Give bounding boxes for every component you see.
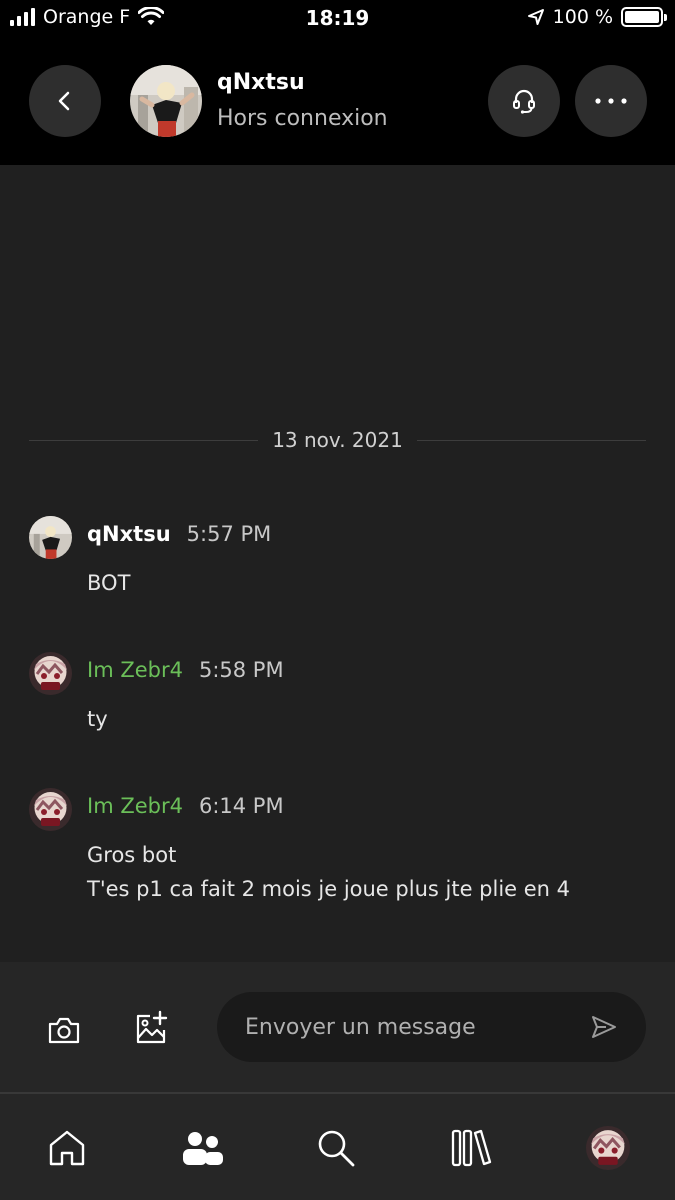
status-bar: Orange F 18:19 100 % xyxy=(0,0,675,40)
message-meta: Im Zebr4 5:58 PM xyxy=(87,658,284,682)
conversation-date: 13 nov. 2021 xyxy=(272,428,403,452)
profile-avatar xyxy=(586,1126,630,1170)
message-time: 5:58 PM xyxy=(198,658,284,682)
home-icon xyxy=(49,1130,85,1166)
bottom-navigation xyxy=(0,1092,675,1200)
nav-friends[interactable] xyxy=(178,1124,226,1172)
message-meta: Im Zebr4 6:14 PM xyxy=(87,794,284,818)
message-line: BOT xyxy=(87,571,131,595)
message-author[interactable]: Im Zebr4 xyxy=(87,794,183,818)
headset-icon xyxy=(513,89,535,114)
author-avatar[interactable] xyxy=(29,652,72,695)
library-icon xyxy=(451,1129,492,1167)
message-input[interactable] xyxy=(245,992,565,1062)
more-options-button[interactable] xyxy=(575,65,647,137)
divider-line xyxy=(29,439,259,441)
message-author[interactable]: Im Zebr4 xyxy=(87,658,183,682)
author-avatar[interactable] xyxy=(29,516,72,559)
message-author[interactable]: qNxtsu xyxy=(87,522,171,546)
battery-icon xyxy=(621,7,667,27)
message-line: ty xyxy=(87,707,108,731)
divider-line xyxy=(416,439,646,441)
camera-button[interactable] xyxy=(44,1010,84,1050)
message-body: BOT xyxy=(87,566,130,600)
message-time: 5:57 PM xyxy=(186,522,272,546)
message-meta: qNxtsu 5:57 PM xyxy=(87,522,271,546)
voice-chat-button[interactable] xyxy=(488,65,560,137)
location-icon xyxy=(527,9,544,25)
contact-avatar[interactable] xyxy=(130,65,202,137)
battery-percent: 100 % xyxy=(552,6,613,28)
message: Im Zebr4 5:58 PM ty xyxy=(29,652,649,732)
author-avatar[interactable] xyxy=(29,788,72,831)
message-time: 6:14 PM xyxy=(198,794,284,818)
message-line: Gros bot xyxy=(87,843,177,867)
system-status: 100 % xyxy=(527,6,667,28)
friends-icon xyxy=(183,1132,223,1165)
message-composer xyxy=(0,962,675,1092)
message-line: T'es p1 ca fait 2 mois je joue plus jte … xyxy=(87,877,571,901)
nav-library[interactable] xyxy=(447,1124,495,1172)
message: qNxtsu 5:57 PM BOT xyxy=(29,516,649,596)
message-body: ty xyxy=(87,702,108,736)
message: Im Zebr4 6:14 PM Gros bot T'es p1 ca fai… xyxy=(29,788,649,908)
camera-icon xyxy=(48,1017,80,1044)
contact-status: Hors connexion xyxy=(217,106,388,131)
chevron-left-icon xyxy=(58,91,70,111)
nav-home[interactable] xyxy=(43,1124,91,1172)
date-divider: 13 nov. 2021 xyxy=(29,425,646,455)
message-input-container xyxy=(217,992,646,1062)
nav-profile[interactable] xyxy=(584,1124,632,1172)
nav-search[interactable] xyxy=(312,1124,360,1172)
add-image-button[interactable] xyxy=(132,1008,172,1048)
add-image-icon xyxy=(136,1010,168,1044)
more-horizontal-icon xyxy=(595,98,627,104)
back-button[interactable] xyxy=(29,65,101,137)
message-body: Gros bot T'es p1 ca fait 2 mois je joue … xyxy=(87,838,570,906)
send-icon[interactable] xyxy=(590,1013,618,1041)
search-icon xyxy=(318,1130,355,1167)
chat-header: qNxtsu Hors connexion xyxy=(0,40,675,165)
contact-name: qNxtsu xyxy=(217,70,305,95)
